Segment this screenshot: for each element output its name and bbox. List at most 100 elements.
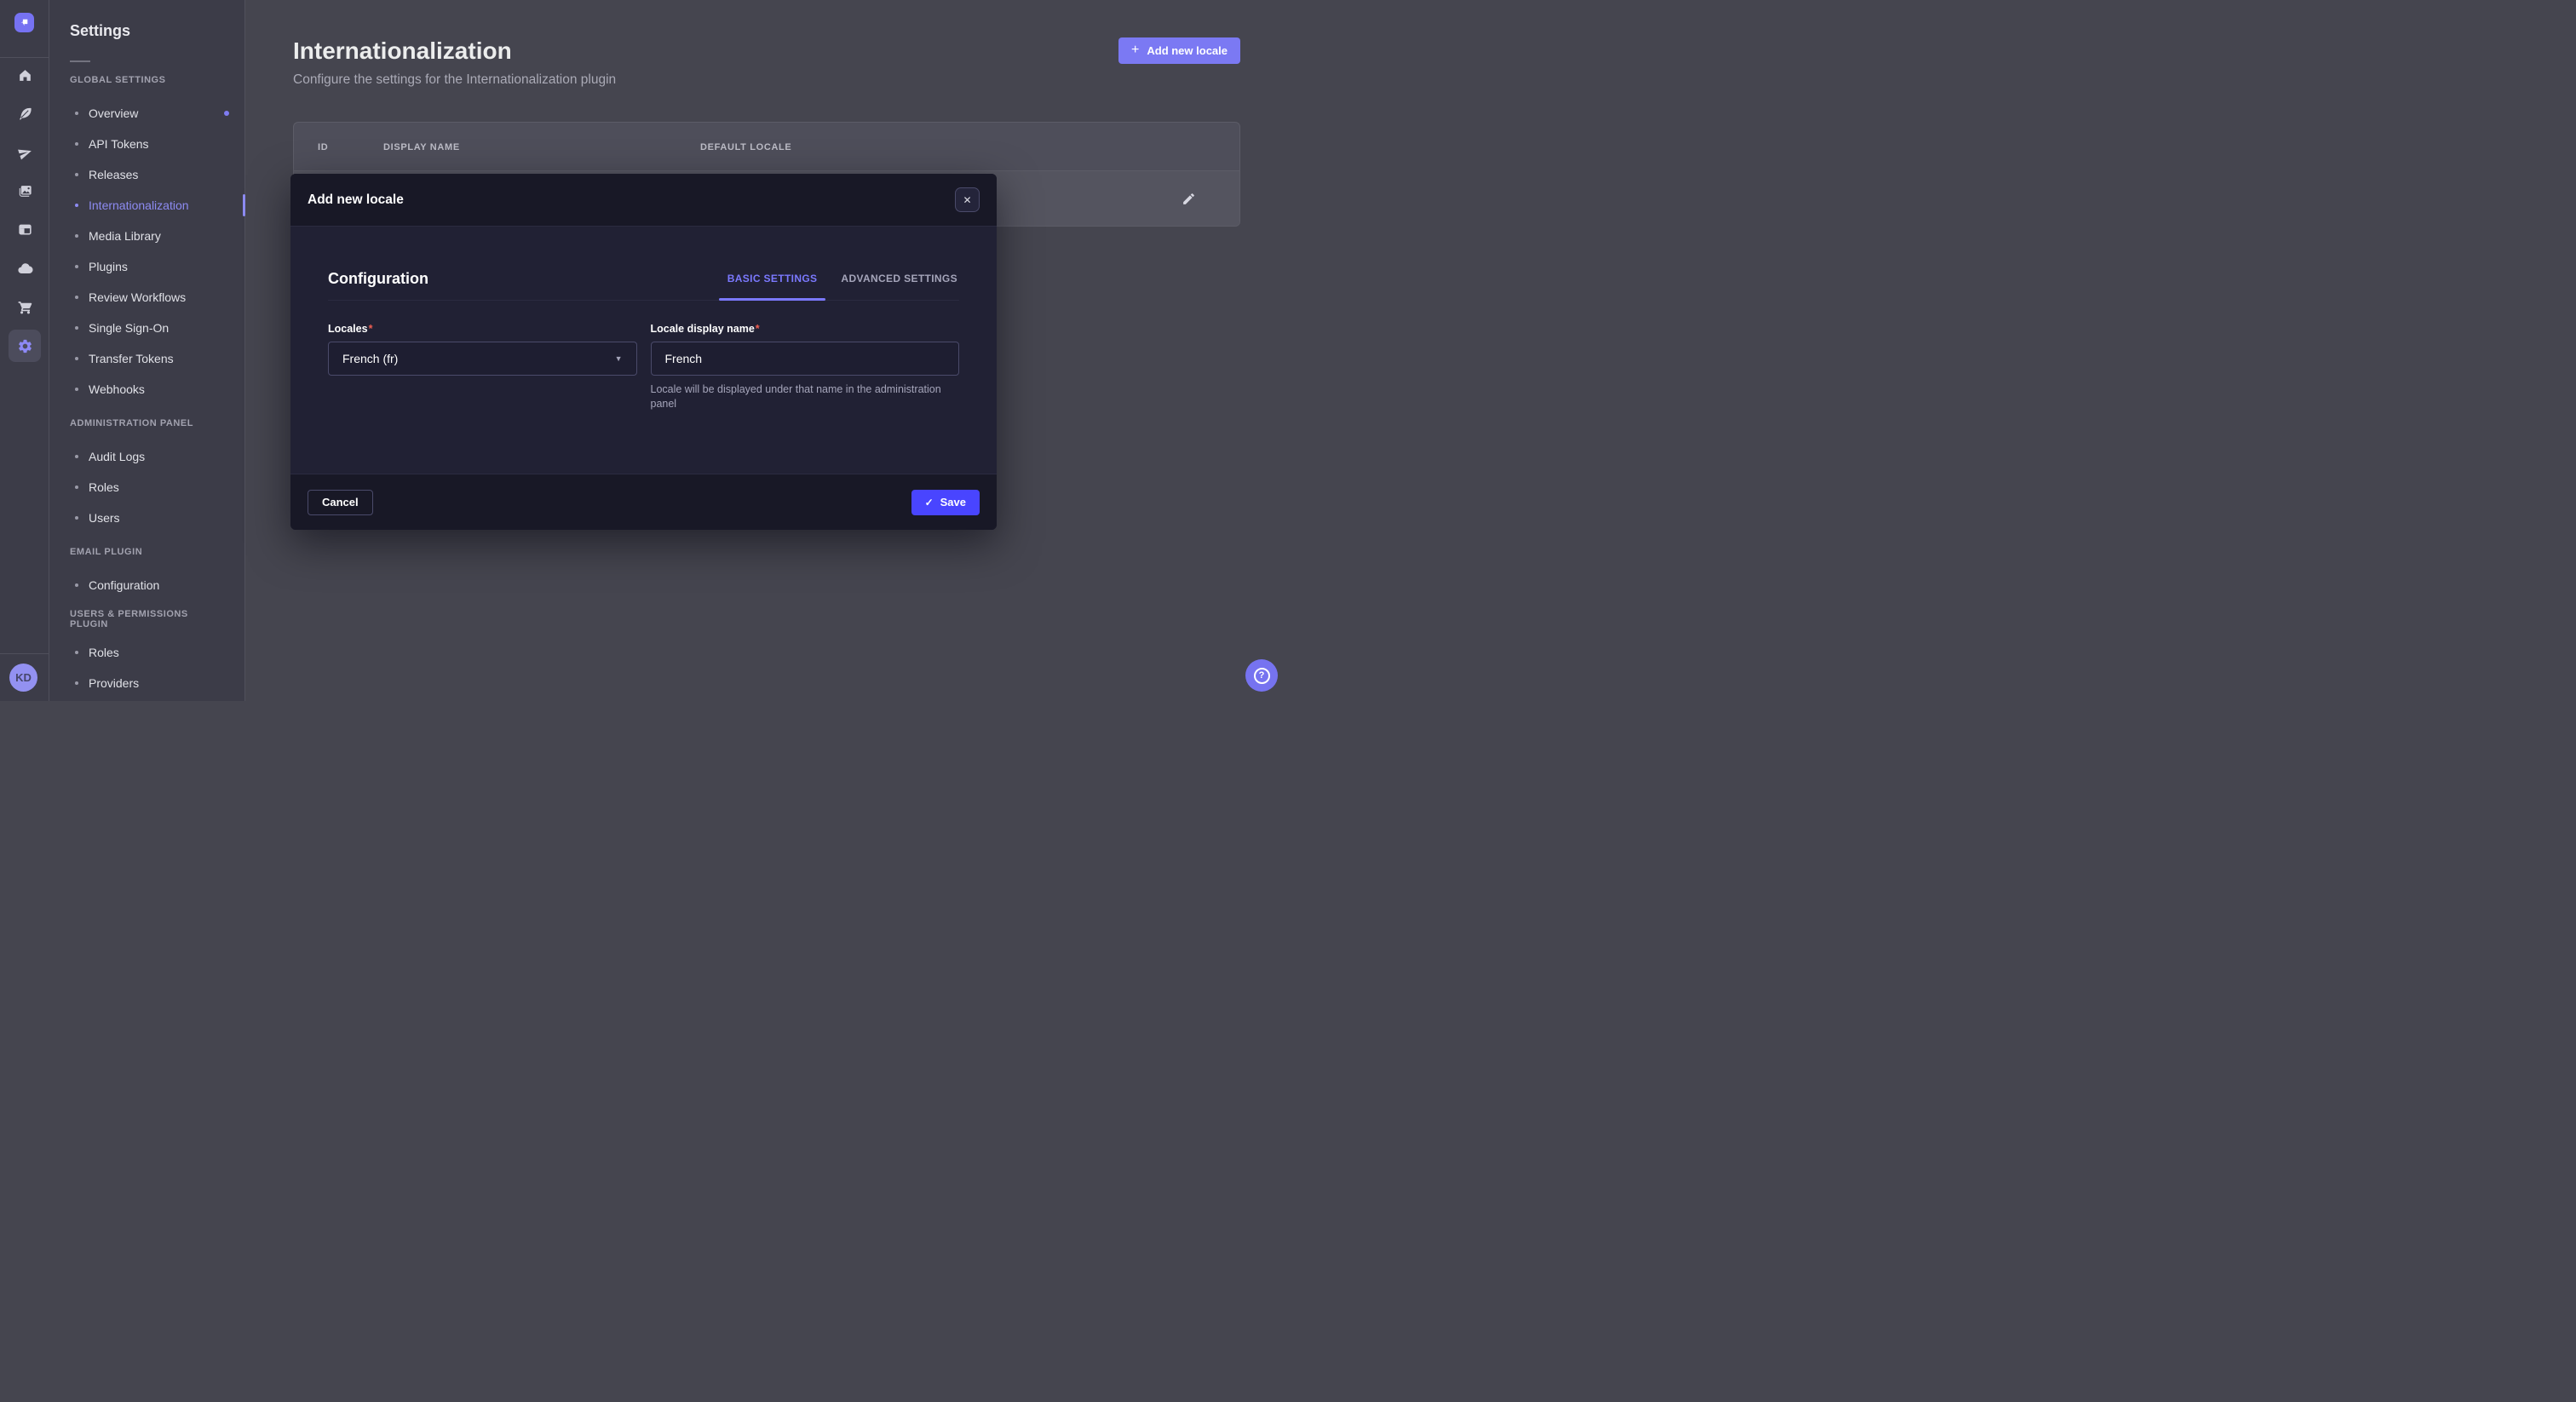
modal-title: Add new locale [308, 192, 404, 208]
display-name-input-value: French [665, 352, 703, 365]
bullet-icon [75, 455, 78, 458]
close-x-icon[interactable]: ✕ [955, 187, 980, 212]
sidebar-item-transfer-tokens[interactable]: Transfer Tokens [49, 343, 244, 374]
marketplace-cart-icon[interactable] [9, 292, 41, 321]
home-icon[interactable] [9, 60, 41, 89]
sidebar-item-single-sign-on[interactable]: Single Sign-On [49, 313, 244, 343]
configuration-header-row: Configuration BASIC SETTINGS ADVANCED SE… [328, 269, 959, 301]
add-new-locale-button[interactable]: + Add new locale [1118, 37, 1240, 64]
sidebar-item-providers[interactable]: Providers [49, 668, 244, 698]
sidebar-item-label: Media Library [89, 229, 161, 243]
save-button[interactable]: ✓ Save [911, 490, 980, 515]
sidebar-section-label: GLOBAL SETTINGS [49, 66, 244, 94]
column-header-id: ID [318, 142, 328, 152]
sidebar-item-label: Releases [89, 168, 138, 181]
paper-plane-icon[interactable] [9, 138, 41, 167]
required-asterisk: * [369, 323, 373, 335]
display-name-input[interactable]: French [651, 342, 960, 376]
sidebar-title: Settings [70, 22, 130, 40]
modal-header: Add new locale ✕ [290, 174, 997, 227]
bullet-icon [75, 516, 78, 520]
strapi-logo-icon[interactable] [14, 13, 34, 32]
sidebar-item-label: Audit Logs [89, 450, 145, 463]
sidebar-item-label: Configuration [89, 578, 159, 592]
sidebar-section-items: Audit Logs Roles Users [49, 441, 244, 533]
sidebar-item-roles[interactable]: Roles [49, 472, 244, 503]
bullet-icon [75, 388, 78, 391]
sidebar-section: EMAIL PLUGIN Configuration [49, 538, 244, 600]
feather-icon[interactable] [9, 99, 41, 128]
sidebar-item-label: API Tokens [89, 137, 149, 151]
cloud-icon[interactable] [9, 254, 41, 283]
sidebar-item-api-tokens[interactable]: API Tokens [49, 129, 244, 159]
sidebar-section-items: Roles Providers [49, 637, 244, 698]
sidebar-section: USERS & PERMISSIONS PLUGIN Roles Provide… [49, 606, 244, 698]
settings-tabs: BASIC SETTINGS ADVANCED SETTINGS [726, 269, 959, 288]
sidebar-item-label: Transfer Tokens [89, 352, 174, 365]
required-asterisk: * [756, 323, 760, 335]
add-new-locale-modal: Add new locale ✕ Configuration BASIC SET… [290, 174, 997, 530]
bullet-icon [75, 296, 78, 299]
sidebar-item-label: Roles [89, 480, 119, 494]
cancel-button[interactable]: Cancel [308, 490, 373, 515]
sidebar-title-divider [70, 60, 90, 62]
bullet-icon [75, 486, 78, 489]
display-name-label: Locale display name* [651, 323, 960, 335]
sidebar-section: GLOBAL SETTINGS Overview API Tokens Rele… [49, 66, 244, 405]
sidebar-section-label: EMAIL PLUGIN [49, 538, 244, 566]
user-avatar[interactable]: KD [9, 664, 37, 692]
tab-advanced-settings[interactable]: ADVANCED SETTINGS [839, 269, 959, 288]
sidebar-item-releases[interactable]: Releases [49, 159, 244, 190]
plus-icon: + [1131, 43, 1139, 57]
pencil-edit-icon[interactable] [1176, 187, 1200, 210]
bullet-icon [75, 265, 78, 268]
display-name-field: Locale display name* French Locale will … [651, 323, 960, 411]
sidebar-section-items: Overview API Tokens Releases Internation… [49, 98, 244, 405]
sidebar-item-webhooks[interactable]: Webhooks [49, 374, 244, 405]
sidebar-item-plugins[interactable]: Plugins [49, 251, 244, 282]
sidebar-item-review-workflows[interactable]: Review Workflows [49, 282, 244, 313]
bullet-icon [75, 681, 78, 685]
column-header-default-locale: DEFAULT LOCALE [700, 142, 791, 152]
sidebar-item-audit-logs[interactable]: Audit Logs [49, 441, 244, 472]
question-mark-icon: ? [1254, 668, 1270, 684]
sidebar-item-overview[interactable]: Overview [49, 98, 244, 129]
media-library-icon[interactable] [9, 176, 41, 205]
bullet-icon [75, 142, 78, 146]
locales-label: Locales* [328, 323, 637, 335]
content-manager-icon[interactable] [9, 215, 41, 244]
bullet-icon [75, 204, 78, 207]
help-button[interactable]: ? [1245, 659, 1278, 692]
check-icon: ✓ [925, 497, 934, 509]
sidebar-item-internationalization[interactable]: Internationalization [49, 190, 244, 221]
sidebar-item-label: Roles [89, 646, 119, 659]
configuration-title: Configuration [328, 270, 428, 288]
sidebar-item-roles[interactable]: Roles [49, 637, 244, 668]
bullet-icon [75, 357, 78, 360]
sidebar-item-label: Internationalization [89, 198, 189, 212]
sidebar-item-label: Single Sign-On [89, 321, 169, 335]
tab-basic-settings[interactable]: BASIC SETTINGS [726, 269, 819, 288]
sidebar-item-media-library[interactable]: Media Library [49, 221, 244, 251]
chevron-down-icon: ▼ [615, 354, 623, 363]
sidebar-item-label: Review Workflows [89, 290, 186, 304]
sidebar-item-label: Plugins [89, 260, 128, 273]
page-title: Internationalization [293, 37, 512, 65]
column-header-display-name: DISPLAY NAME [383, 142, 460, 152]
sidebar-item-users[interactable]: Users [49, 503, 244, 533]
sidebar-item-label: Overview [89, 106, 138, 120]
display-name-hint: Locale will be displayed under that name… [651, 382, 960, 411]
bullet-icon [75, 112, 78, 115]
locales-select[interactable]: French (fr) ▼ [328, 342, 637, 376]
sidebar-item-label: Providers [89, 676, 139, 690]
settings-gear-icon[interactable] [9, 330, 41, 362]
page-subtitle: Configure the settings for the Internati… [293, 72, 616, 88]
rail-divider [0, 57, 49, 58]
sidebar-section-label: USERS & PERMISSIONS PLUGIN [49, 606, 244, 633]
sidebar-item-label: Webhooks [89, 382, 145, 396]
locales-select-value: French (fr) [342, 352, 398, 365]
sidebar-item-configuration[interactable]: Configuration [49, 570, 244, 600]
notification-dot-icon [224, 111, 229, 116]
table-header: ID DISPLAY NAME DEFAULT LOCALE [294, 123, 1239, 171]
bullet-icon [75, 173, 78, 176]
